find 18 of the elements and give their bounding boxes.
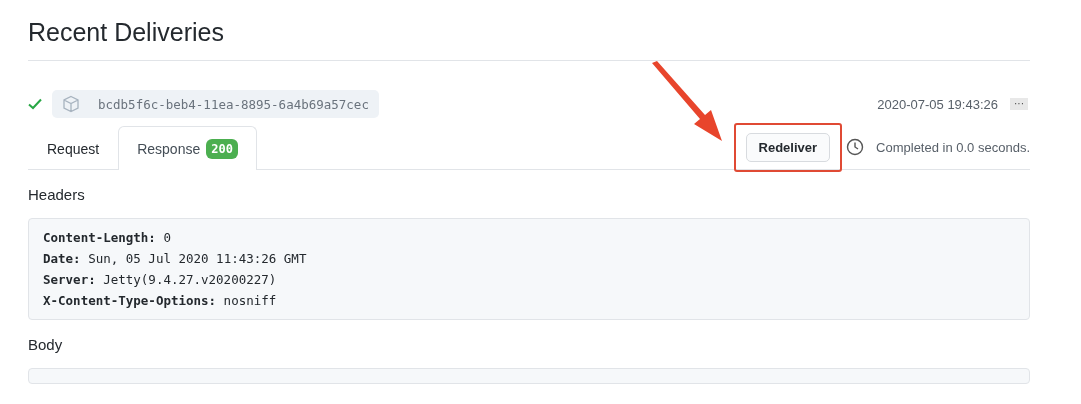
redeliver-button[interactable]: Redeliver <box>745 132 831 162</box>
box-icon <box>62 95 80 113</box>
header-line: Date: Sun, 05 Jul 2020 11:43:26 GMT <box>43 250 308 268</box>
header-line: Server: Jetty(9.4.27.v20200227) <box>43 271 278 289</box>
completion-time: Completed in 0.0 seconds. <box>876 139 1030 155</box>
header-line: X-Content-Type-Options: nosniff <box>43 292 278 310</box>
header-line: Content-Length: 0 <box>43 229 172 247</box>
more-button[interactable]: ··· <box>1010 98 1028 110</box>
delivery-id-pill[interactable]: bcdb5f6c-beb4-11ea-8895-6a4b69a57cec <box>52 90 379 118</box>
delivery-timestamp: 2020-07-05 19:43:26 <box>877 96 998 112</box>
delivery-id: bcdb5f6c-beb4-11ea-8895-6a4b69a57cec <box>98 96 369 112</box>
tab[interactable]: Request <box>28 126 119 170</box>
status-badge: 200 <box>206 138 238 159</box>
section-title: Headers <box>28 186 86 203</box>
tab[interactable]: Response 200 <box>118 126 257 170</box>
page-title: Recent Deliveries <box>28 18 225 47</box>
section-title: Body <box>28 336 64 353</box>
clock-icon <box>846 138 865 156</box>
